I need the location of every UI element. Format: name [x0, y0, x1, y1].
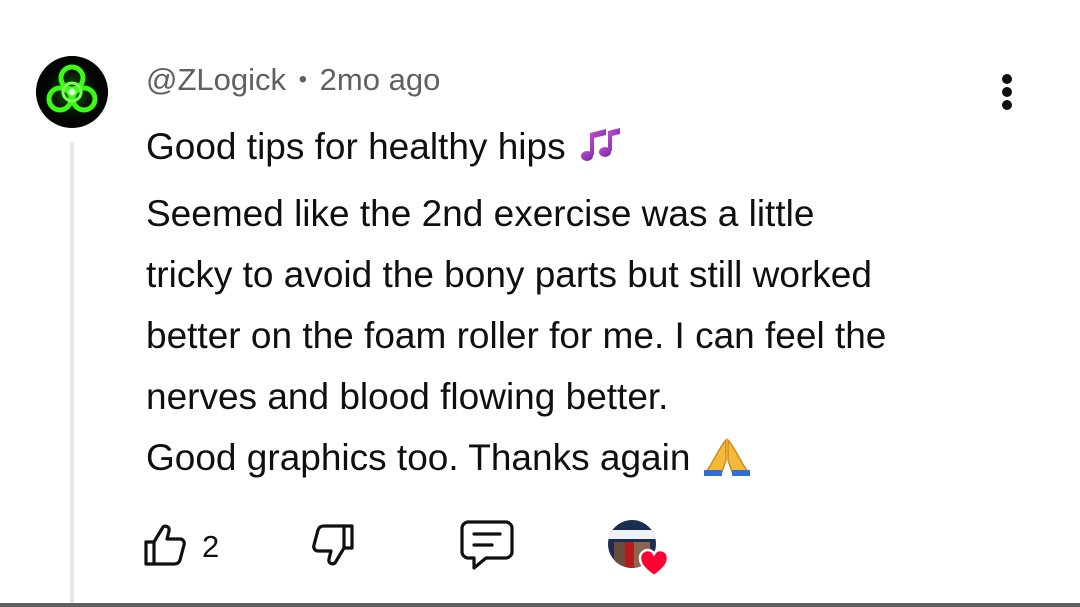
dislike-button[interactable] [308, 520, 358, 570]
comment-line: tricky to avoid the bony parts but still… [146, 254, 872, 295]
bottom-divider [0, 603, 1080, 607]
thumbs-down-icon [312, 524, 354, 566]
comment-body: Good tips for healthy hips Seemed like t… [146, 116, 1046, 494]
comment-meta: @ZLogick • 2mo ago [146, 62, 440, 98]
reply-button[interactable] [458, 518, 516, 572]
comment-line: nerves and blood flowing better. [146, 376, 669, 417]
more-options-button[interactable] [992, 72, 1024, 112]
comment-line: Seemed like the 2nd exercise was a littl… [146, 193, 815, 234]
musical-notes-icon [578, 122, 624, 183]
thumbs-up-icon [144, 524, 186, 566]
comment-line: Good graphics too. Thanks again [146, 427, 1046, 494]
comment-card: @ZLogick • 2mo ago Good tips for healthy… [0, 0, 1080, 607]
author-handle[interactable]: @ZLogick [146, 62, 286, 97]
thread-line [70, 142, 74, 607]
like-count: 2 [202, 529, 220, 564]
author-avatar[interactable] [36, 56, 108, 128]
folded-hands-icon [702, 433, 752, 494]
creator-heart-badge [606, 518, 672, 578]
creator-heart-icon [638, 548, 670, 578]
comment-line: Good tips for healthy hips [146, 116, 1046, 183]
biohazard-icon [36, 56, 108, 128]
like-button[interactable] [142, 522, 188, 568]
meta-separator: • [298, 66, 308, 93]
comment-line: better on the foam roller for me. I can … [146, 315, 887, 356]
comment-timestamp: 2mo ago [319, 62, 441, 97]
reply-comment-icon [460, 520, 514, 570]
